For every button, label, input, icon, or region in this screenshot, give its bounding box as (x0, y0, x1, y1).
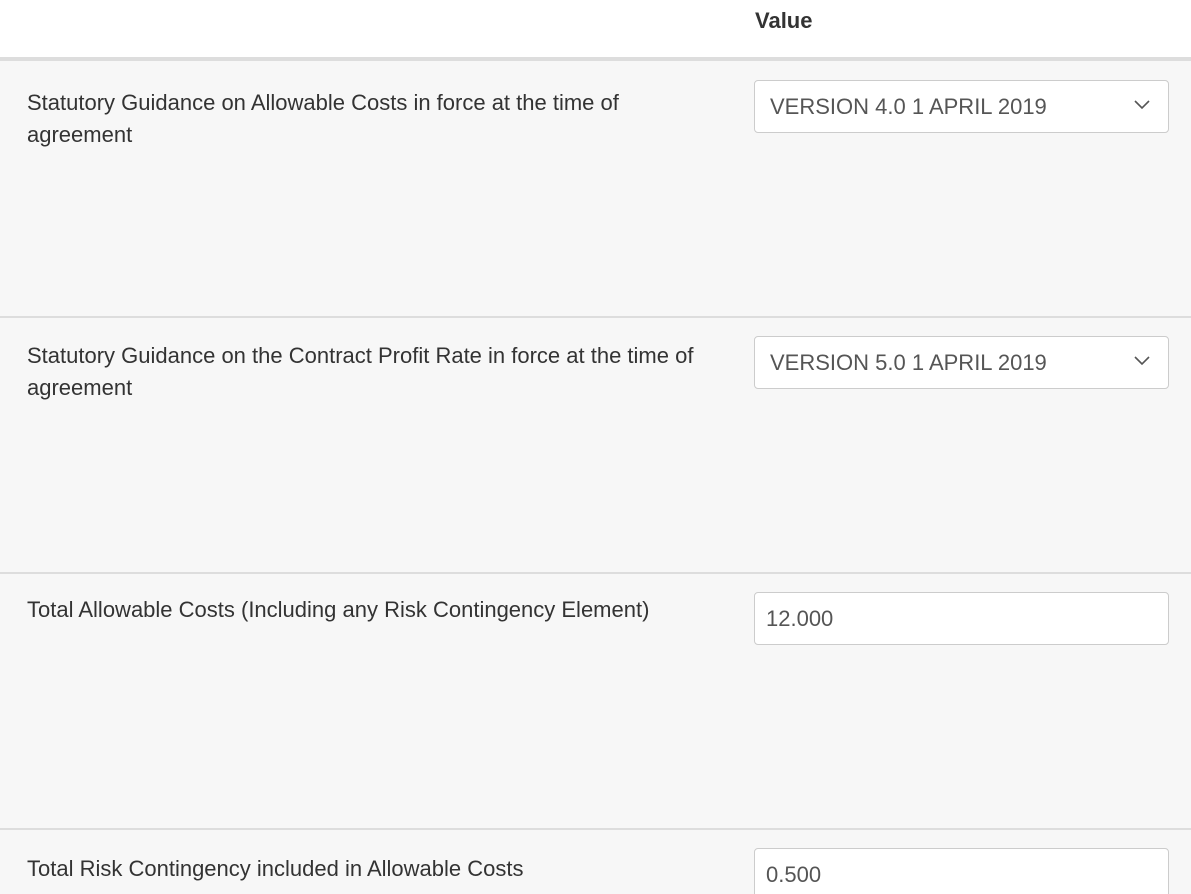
input-value: 12.000 (766, 606, 834, 631)
select-value: VERSION 5.0 1 APRIL 2019 (770, 350, 1047, 375)
row-label: Total Allowable Costs (Including any Ris… (27, 597, 650, 622)
chevron-down-icon (1134, 100, 1150, 110)
value-column-header: Value (755, 8, 813, 33)
total-allowable-costs-input[interactable]: 12.000 (754, 592, 1169, 645)
table-row-profit-rate-guidance: Statutory Guidance on the Contract Profi… (0, 318, 1191, 574)
row-label: Statutory Guidance on Allowable Costs in… (27, 90, 619, 147)
value-table: Value Statutory Guidance on Allowable Co… (0, 0, 1191, 894)
profit-rate-guidance-select[interactable]: VERSION 5.0 1 APRIL 2019 (754, 336, 1169, 389)
table-row-total-allowable-costs: Total Allowable Costs (Including any Ris… (0, 574, 1191, 830)
chevron-down-icon (1134, 356, 1150, 366)
row-label: Statutory Guidance on the Contract Profi… (27, 343, 694, 400)
total-risk-contingency-input[interactable]: 0.500 (754, 848, 1169, 894)
table-row-allowable-costs-guidance: Statutory Guidance on Allowable Costs in… (0, 61, 1191, 318)
table-row-total-risk-contingency: Total Risk Contingency included in Allow… (0, 830, 1191, 894)
select-value: VERSION 4.0 1 APRIL 2019 (770, 94, 1047, 119)
input-value: 0.500 (766, 862, 822, 887)
row-label: Total Risk Contingency included in Allow… (27, 856, 524, 881)
allowable-costs-guidance-select[interactable]: VERSION 4.0 1 APRIL 2019 (754, 80, 1169, 133)
table-header-row: Value (0, 0, 1191, 61)
